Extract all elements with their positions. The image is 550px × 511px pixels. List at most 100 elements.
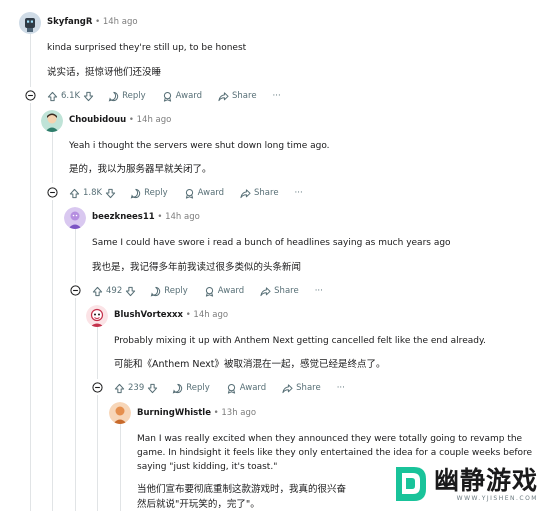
more-options-button[interactable]: ··· xyxy=(295,188,303,198)
comment-header: beezknees11 • 14h ago xyxy=(92,212,200,222)
award-label: Award xyxy=(239,383,267,393)
upvote-icon[interactable] xyxy=(114,383,125,394)
thread-line xyxy=(120,424,121,511)
thread-line xyxy=(30,33,31,87)
upvote-icon[interactable] xyxy=(69,188,80,199)
share-icon xyxy=(218,91,229,102)
watermark: 幽静游戏 WWW.YJISHEN.COM xyxy=(387,461,542,507)
collapse-icon[interactable] xyxy=(92,382,103,393)
reply-label: Reply xyxy=(186,383,210,393)
award-button[interactable]: Award xyxy=(184,188,224,199)
reply-label: Reply xyxy=(122,91,146,101)
award-button[interactable]: Award xyxy=(204,286,244,297)
comment-actions: 492 Reply Award Share ··· xyxy=(92,283,339,299)
share-icon xyxy=(240,188,251,199)
comment-actions: 6.1K Reply Award Share ··· xyxy=(47,88,297,104)
comment-text-en: kinda surprised they're still up, to be … xyxy=(47,43,247,53)
timestamp[interactable]: 14h ago xyxy=(137,115,172,125)
comment-header: BlushVortexxx • 14h ago xyxy=(114,310,228,320)
award-label: Award xyxy=(197,188,225,198)
reply-button[interactable]: Reply xyxy=(130,188,168,199)
upvote-icon[interactable] xyxy=(92,286,103,297)
more-options-button[interactable]: ··· xyxy=(273,91,281,101)
share-button[interactable]: Share xyxy=(282,383,321,394)
vote-count: 6.1K xyxy=(61,91,81,101)
username[interactable]: BurningWhistle xyxy=(137,408,211,418)
more-options-button[interactable]: ··· xyxy=(337,383,345,393)
comment-text-zh-line-2: 然后就说"开玩笑的，完了"。 xyxy=(137,499,260,510)
downvote-icon[interactable] xyxy=(147,383,158,394)
award-button[interactable]: Award xyxy=(162,91,202,102)
timestamp[interactable]: 13h ago xyxy=(221,408,256,418)
share-label: Share xyxy=(274,286,299,296)
timestamp[interactable]: 14h ago xyxy=(193,310,228,320)
share-button[interactable]: Share xyxy=(260,286,299,297)
comment-header: BurningWhistle • 13h ago xyxy=(137,408,256,418)
share-label: Share xyxy=(296,383,321,393)
comment-text-en-line-2: game. In hindsight it feels like they on… xyxy=(137,448,533,458)
watermark-name: 幽静游戏 xyxy=(433,465,538,495)
vote-count: 492 xyxy=(106,286,123,296)
reply-label: Reply xyxy=(144,188,168,198)
collapse-icon[interactable] xyxy=(47,187,58,198)
award-icon xyxy=(204,286,215,297)
avatar[interactable] xyxy=(109,402,131,424)
timestamp[interactable]: 14h ago xyxy=(165,212,200,222)
collapse-icon[interactable] xyxy=(25,90,36,101)
timestamp[interactable]: 14h ago xyxy=(103,17,138,27)
reply-icon xyxy=(108,91,119,102)
more-options-button[interactable]: ··· xyxy=(315,286,323,296)
share-label: Share xyxy=(254,188,279,198)
award-icon xyxy=(162,91,173,102)
avatar[interactable] xyxy=(19,12,41,34)
thread-line xyxy=(97,395,98,511)
collapse-icon[interactable] xyxy=(70,285,81,296)
comment-text-en-line-1: Man I was really excited when they annou… xyxy=(137,434,523,444)
username[interactable]: SkyfangR xyxy=(47,17,92,27)
downvote-icon[interactable] xyxy=(83,91,94,102)
comment-text-en: Yeah i thought the servers were shut dow… xyxy=(69,141,330,151)
share-button[interactable]: Share xyxy=(218,91,257,102)
award-label: Award xyxy=(217,286,245,296)
comment-text-zh: 我也是，我记得多年前我读过很多类似的头条新闻 xyxy=(92,262,302,273)
avatar[interactable] xyxy=(86,305,108,327)
reply-icon xyxy=(130,188,141,199)
thread-line xyxy=(52,200,53,511)
comment-text-zh-line-1: 当他们宣布要彻底重制这款游戏时，我真的很兴奋 xyxy=(137,484,347,495)
avatar[interactable] xyxy=(41,110,63,132)
reply-button[interactable]: Reply xyxy=(150,286,188,297)
avatar[interactable] xyxy=(64,207,86,229)
comment-header: Choubidouu • 14h ago xyxy=(69,115,171,125)
downvote-icon[interactable] xyxy=(105,188,116,199)
thread-line xyxy=(75,229,76,283)
downvote-icon[interactable] xyxy=(125,286,136,297)
comment-actions: 239 Reply Award Share ··· xyxy=(114,380,361,396)
separator-dot: • xyxy=(185,310,191,320)
thread-line xyxy=(75,298,76,511)
award-icon xyxy=(184,188,195,199)
vote-count: 239 xyxy=(128,383,145,393)
username[interactable]: beezknees11 xyxy=(92,212,155,222)
comment-text-en-line-3: saying "just kidding, it's toast." xyxy=(137,462,278,472)
separator-dot: • xyxy=(157,212,163,222)
reply-button[interactable]: Reply xyxy=(108,91,146,102)
comment-text-en: Probably mixing it up with Anthem Next g… xyxy=(114,336,486,346)
comment-header: SkyfangR • 14h ago xyxy=(47,17,138,27)
award-icon xyxy=(226,383,237,394)
reply-button[interactable]: Reply xyxy=(172,383,210,394)
reply-icon xyxy=(172,383,183,394)
comment-text-en: Same I could have swore i read a bunch o… xyxy=(92,238,451,248)
username[interactable]: BlushVortexxx xyxy=(114,310,183,320)
separator-dot: • xyxy=(213,408,219,418)
separator-dot: • xyxy=(95,17,101,27)
share-icon xyxy=(282,383,293,394)
separator-dot: • xyxy=(128,115,134,125)
username[interactable]: Choubidouu xyxy=(69,115,126,125)
thread-line xyxy=(30,103,31,511)
reply-label: Reply xyxy=(164,286,188,296)
share-icon xyxy=(260,286,271,297)
award-button[interactable]: Award xyxy=(226,383,266,394)
watermark-url: WWW.YJISHEN.COM xyxy=(456,494,538,502)
share-button[interactable]: Share xyxy=(240,188,279,199)
upvote-icon[interactable] xyxy=(47,91,58,102)
